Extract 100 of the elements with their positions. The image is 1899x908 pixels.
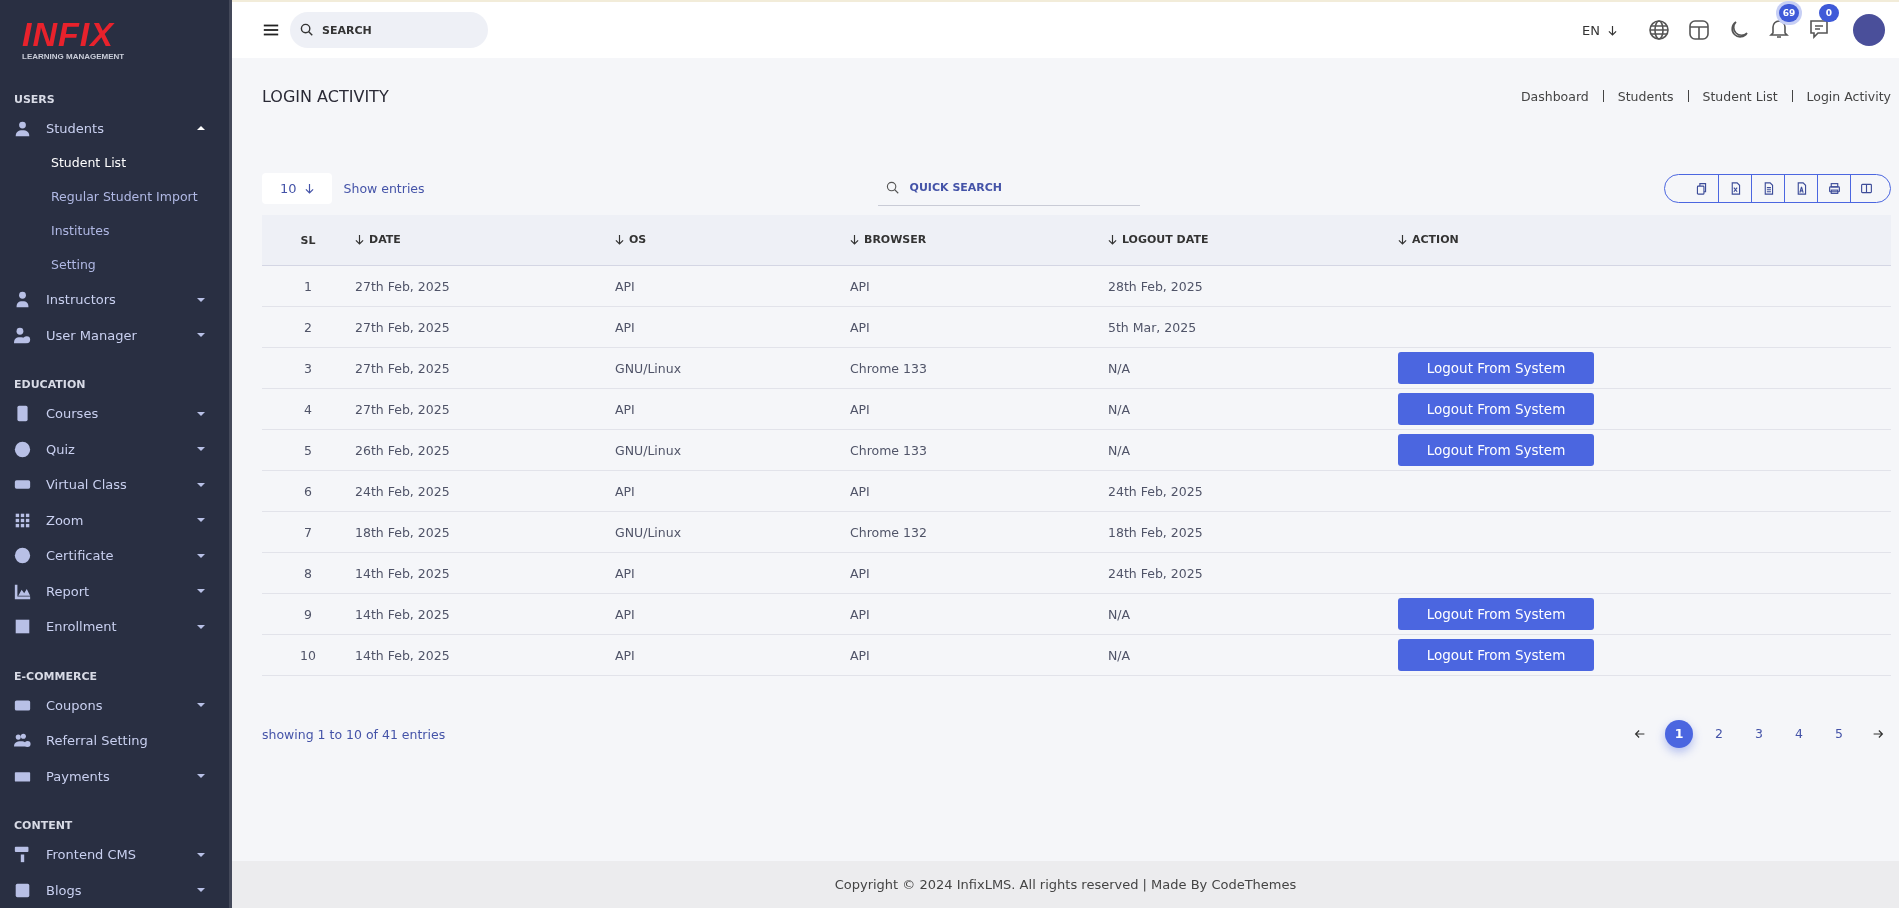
columns-icon [1860, 181, 1873, 195]
sidebar-item[interactable]: Payments [0, 758, 229, 794]
sidebar-item[interactable]: Frontend CMS [0, 837, 229, 873]
table-cell: 2 [262, 306, 354, 348]
table-cell: 14th Feb, 2025 [354, 634, 614, 676]
section-heading: E-COMMERCE [13, 669, 98, 685]
sidebar-subitem[interactable]: Student List [0, 146, 229, 180]
table-cell: GNU/Linux [614, 429, 849, 471]
breadcrumb-link[interactable]: Dashboard [1520, 88, 1589, 104]
page-link[interactable]: 5 [1825, 720, 1853, 748]
table-cell: API [614, 388, 849, 430]
section-heading: CONTENT [13, 819, 74, 834]
table-cell: API [849, 593, 1107, 635]
breadcrumb-link[interactable]: Students [1617, 88, 1674, 104]
layout-icon[interactable] [1687, 18, 1711, 42]
table-cell: API [849, 265, 1107, 307]
table-cell: 4 [262, 388, 354, 430]
sidebar-item[interactable]: Certificate [0, 538, 229, 574]
table-cell: API [614, 552, 849, 594]
table-cell: 7 [262, 511, 354, 553]
table-cell: API [614, 593, 849, 635]
table-cell: N/A [1107, 388, 1397, 430]
section-heading: USERS [13, 92, 56, 108]
page-title: LOGIN ACTIVITY [262, 86, 389, 106]
table-cell: 1 [262, 265, 354, 307]
table-cell: 18th Feb, 2025 [354, 511, 614, 553]
search-field[interactable]: SEARCH [290, 12, 488, 48]
sidebar-subitem[interactable]: Institutes [0, 214, 229, 248]
breadcrumb-link[interactable]: Student List [1702, 88, 1778, 104]
column-header[interactable]: BROWSER [864, 232, 927, 246]
page-size-select[interactable]: 10 [262, 172, 332, 204]
table-cell: GNU/Linux [614, 347, 849, 389]
sidebar-item[interactable]: Report [0, 573, 229, 609]
sort-arrow-icon[interactable] [615, 233, 624, 245]
table-cell: API [849, 552, 1107, 594]
show-entries-label: Show entries [343, 180, 425, 196]
column-header[interactable]: LOGOUT DATE [1122, 232, 1209, 246]
table-cell: 9 [262, 593, 354, 635]
table-cell: 28th Feb, 2025 [1107, 265, 1397, 307]
table-cell: 27th Feb, 2025 [354, 306, 614, 348]
logout-button[interactable]: Logout From System [1398, 598, 1594, 630]
page-link[interactable]: 4 [1785, 720, 1813, 748]
logout-button[interactable]: Logout From System [1398, 639, 1594, 671]
message-count: 0 [1819, 4, 1839, 22]
page-link[interactable]: 1 [1665, 720, 1693, 748]
logout-button[interactable]: Logout From System [1398, 434, 1594, 466]
sidebar-item[interactable]: Virtual Class [0, 467, 229, 503]
quick-search-field[interactable]: QUICK SEARCH [877, 170, 1140, 206]
table-cell: API [849, 470, 1107, 512]
table-cell: API [849, 388, 1107, 430]
sidebar-item[interactable]: Coupons [0, 687, 229, 723]
table-cell: Chrome 132 [849, 511, 1107, 553]
logout-button[interactable]: Logout From System [1398, 393, 1594, 425]
table-cell: API [849, 634, 1107, 676]
sidebar-item[interactable]: Referral Setting [0, 723, 229, 759]
column-header[interactable]: SL [300, 233, 316, 247]
table-cell: 24th Feb, 2025 [1107, 552, 1397, 594]
sidebar-item[interactable]: Quiz [0, 431, 229, 467]
column-header[interactable]: DATE [369, 232, 401, 246]
roller-icon [14, 846, 31, 864]
sidebar-item[interactable]: Courses [0, 396, 229, 432]
group-icon [14, 732, 31, 750]
breadcrumb-link[interactable]: Login Activity [1806, 88, 1891, 104]
page-link[interactable]: 3 [1745, 720, 1773, 748]
column-header[interactable]: ACTION [1412, 232, 1459, 246]
copy-icon [1695, 181, 1708, 195]
sort-arrow-icon[interactable] [850, 233, 859, 245]
section-heading: EDUCATION [13, 378, 87, 393]
table-cell: 27th Feb, 2025 [354, 388, 614, 430]
sidebar-item[interactable]: Zoom [0, 502, 229, 538]
sidebar-subitem[interactable]: Regular Student Import [0, 180, 229, 214]
table-cell: 8 [262, 552, 354, 594]
sidebar-subitem[interactable]: Setting [0, 248, 229, 282]
table-cell: 27th Feb, 2025 [354, 347, 614, 389]
sidebar-item[interactable]: Students [0, 110, 229, 146]
sidebar-item[interactable]: Blogs [0, 872, 229, 908]
language-selector[interactable]: EN [1582, 22, 1617, 38]
sidebar-item[interactable]: User Manager [0, 317, 229, 353]
next-arrow-icon[interactable] [1871, 727, 1885, 741]
previous-arrow-icon[interactable] [1633, 727, 1647, 741]
table-cell: N/A [1107, 429, 1397, 471]
sidebar-item[interactable]: Enrollment [0, 609, 229, 645]
sidebar-item[interactable]: Instructors [0, 282, 229, 318]
logout-button[interactable]: Logout From System [1398, 352, 1594, 384]
table-cell: API [849, 306, 1107, 348]
sort-arrow-icon[interactable] [1108, 233, 1117, 245]
table-cell: N/A [1107, 634, 1397, 676]
column-header[interactable]: OS [629, 232, 647, 246]
table-cell: 3 [262, 347, 354, 389]
instructor-icon [14, 291, 31, 309]
table-cell: 14th Feb, 2025 [354, 593, 614, 635]
avatar[interactable] [1853, 14, 1885, 46]
sort-arrow-icon[interactable] [1398, 233, 1407, 245]
table-cell: 10 [262, 634, 354, 676]
table-cell: N/A [1107, 593, 1397, 635]
globe-icon[interactable] [1647, 18, 1671, 42]
table-cell: 5 [262, 429, 354, 471]
table-cell: 6 [262, 470, 354, 512]
page-link[interactable]: 2 [1705, 720, 1733, 748]
sort-arrow-icon[interactable] [355, 233, 364, 245]
